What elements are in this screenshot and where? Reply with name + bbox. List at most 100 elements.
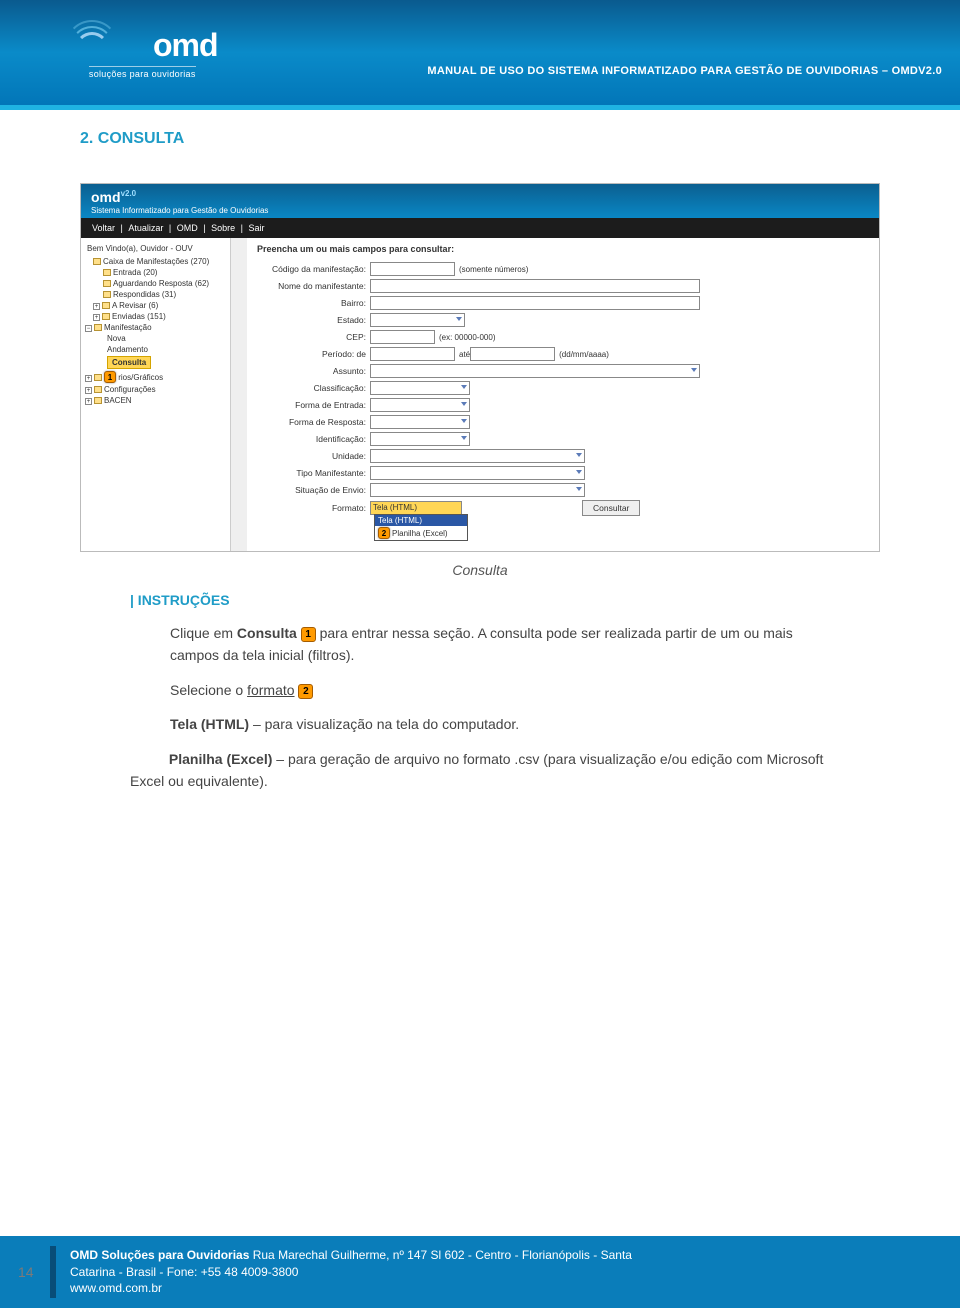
app-screenshot: omdv2.0 Sistema Informatizado para Gestã…	[80, 183, 880, 552]
page-header: omd soluções para ouvidorias MANUAL DE U…	[0, 0, 960, 105]
instructions-body: Clique em Consulta 1 para entrar nessa s…	[170, 622, 840, 792]
tree-manifestacao[interactable]: Manifestação	[104, 323, 152, 332]
expand-icon[interactable]: +	[85, 387, 92, 394]
menu-sobre[interactable]: Sobre	[211, 223, 235, 233]
select-fresposta[interactable]	[370, 415, 470, 429]
app-subtitle: Sistema Informatizado para Gestão de Ouv…	[91, 206, 268, 215]
hint-codigo: (somente números)	[459, 265, 528, 274]
input-periodo-ate[interactable]	[470, 347, 555, 361]
lbl-fentrada: Forma de Entrada:	[255, 400, 370, 410]
lbl-assunto: Assunto:	[255, 366, 370, 376]
tree-nova[interactable]: Nova	[107, 334, 126, 343]
select-fentrada[interactable]	[370, 398, 470, 412]
consultar-button[interactable]: Consultar	[582, 500, 640, 516]
footer-addr2: Catarina - Brasil - Fone: +55 48 4009-38…	[70, 1265, 298, 1279]
marker-1: 1	[301, 627, 316, 642]
tree-respondidas[interactable]: Respondidas (31)	[113, 290, 176, 299]
callout-2: 2	[378, 527, 390, 539]
txt: Clique em	[170, 625, 237, 641]
page-footer: 14 OMD Soluções para Ouvidorias Rua Mare…	[0, 1236, 960, 1308]
lbl-fresposta: Forma de Resposta:	[255, 417, 370, 427]
select-assunto[interactable]	[370, 364, 700, 378]
formato-opt-excel[interactable]: Planilha (Excel)	[392, 529, 448, 538]
marker-2: 2	[298, 684, 313, 699]
tree-revisar[interactable]: A Revisar (6)	[112, 301, 158, 310]
lbl-tipomanif: Tipo Manifestante:	[255, 468, 370, 478]
app-menubar: Voltar | Atualizar | OMD | Sobre | Sair	[81, 218, 879, 238]
form-header: Preencha um ou mais campos para consulta…	[255, 242, 871, 262]
footer-url: www.omd.com.br	[70, 1281, 162, 1295]
select-formato[interactable]: Tela (HTML)	[370, 501, 462, 515]
txt-formato-underline: formato	[247, 682, 294, 698]
menu-voltar[interactable]: Voltar	[92, 223, 115, 233]
txt-consulta-bold: Consulta	[237, 625, 297, 641]
section-title: 2. CONSULTA	[80, 130, 880, 148]
tree-entrada[interactable]: Entrada (20)	[113, 268, 157, 277]
tree-bacen[interactable]: BACEN	[104, 396, 132, 405]
folder-icon	[94, 374, 102, 381]
txt: Selecione o	[170, 682, 247, 698]
tree-enviadas[interactable]: Enviadas (151)	[112, 312, 166, 321]
page-number: 14	[18, 1264, 34, 1280]
tree-aguardando[interactable]: Aguardando Resposta (62)	[113, 279, 209, 288]
select-situacao[interactable]	[370, 483, 585, 497]
logo-text: omd	[153, 27, 218, 64]
formato-opt-html[interactable]: Tela (HTML)	[375, 515, 467, 526]
menu-atualizar[interactable]: Atualizar	[128, 223, 163, 233]
folder-icon	[103, 269, 111, 276]
folder-icon	[94, 324, 102, 331]
figure-caption: Consulta	[80, 562, 880, 578]
nav-tree: Bem Vindo(a), Ouvidor - OUV Caixa de Man…	[81, 238, 231, 551]
select-tipomanif[interactable]	[370, 466, 585, 480]
input-codigo[interactable]	[370, 262, 455, 276]
footer-text: OMD Soluções para Ouvidorias Rua Marecha…	[70, 1247, 632, 1297]
expand-icon[interactable]: +	[93, 303, 100, 310]
footer-bar	[50, 1246, 56, 1298]
omd-logo: omd soluções para ouvidorias	[75, 26, 210, 79]
select-estado[interactable]	[370, 313, 465, 327]
hint-periodo: (dd/mm/aaaa)	[559, 350, 609, 359]
tree-relatorios[interactable]: rios/Gráficos	[118, 373, 163, 382]
folder-icon	[102, 313, 110, 320]
expand-icon[interactable]: +	[85, 398, 92, 405]
formato-dropdown-open: Tela (HTML) 2Planilha (Excel)	[374, 514, 468, 541]
lbl-estado: Estado:	[255, 315, 370, 325]
collapse-icon[interactable]: −	[85, 325, 92, 332]
select-classif[interactable]	[370, 381, 470, 395]
lbl-ident: Identificação:	[255, 434, 370, 444]
folder-icon	[94, 397, 102, 404]
footer-addr1: Rua Marechal Guilherme, nº 147 Sl 602 - …	[253, 1248, 632, 1262]
menu-sair[interactable]: Sair	[248, 223, 264, 233]
folder-icon	[103, 291, 111, 298]
tree-config[interactable]: Configurações	[104, 385, 156, 394]
expand-icon[interactable]: +	[93, 314, 100, 321]
lbl-classif: Classificação:	[255, 383, 370, 393]
app-logo-text: omd	[91, 189, 121, 205]
instrucoes-heading: | INSTRUÇÕES	[130, 592, 880, 608]
tree-caixa[interactable]: Caixa de Manifestações (270)	[103, 257, 209, 266]
select-unidade[interactable]	[370, 449, 585, 463]
lbl-codigo: Código da manifestação:	[255, 264, 370, 274]
txt: – para visualização na tela do computado…	[249, 716, 519, 732]
lbl-formato: Formato:	[255, 503, 370, 513]
tree-andamento[interactable]: Andamento	[107, 345, 148, 354]
expand-icon[interactable]: +	[85, 375, 92, 382]
lbl-periodo: Período: de	[255, 349, 370, 359]
lbl-nome: Nome do manifestante:	[255, 281, 370, 291]
tree-consulta-highlight[interactable]: Consulta	[107, 356, 151, 369]
txt-tela-html: Tela (HTML)	[170, 716, 249, 732]
folder-icon	[103, 280, 111, 287]
input-cep[interactable]	[370, 330, 435, 344]
welcome-label: Bem Vindo(a), Ouvidor - OUV	[85, 242, 228, 256]
input-periodo-de[interactable]	[370, 347, 455, 361]
input-nome[interactable]	[370, 279, 700, 293]
lbl-bairro: Bairro:	[255, 298, 370, 308]
app-titlebar: omdv2.0 Sistema Informatizado para Gestã…	[81, 184, 879, 218]
select-ident[interactable]	[370, 432, 470, 446]
input-bairro[interactable]	[370, 296, 700, 310]
footer-company: OMD Soluções para Ouvidorias	[70, 1248, 253, 1262]
folder-icon	[102, 302, 110, 309]
lbl-unidade: Unidade:	[255, 451, 370, 461]
menu-omd[interactable]: OMD	[177, 223, 198, 233]
callout-1: 1	[104, 371, 116, 383]
